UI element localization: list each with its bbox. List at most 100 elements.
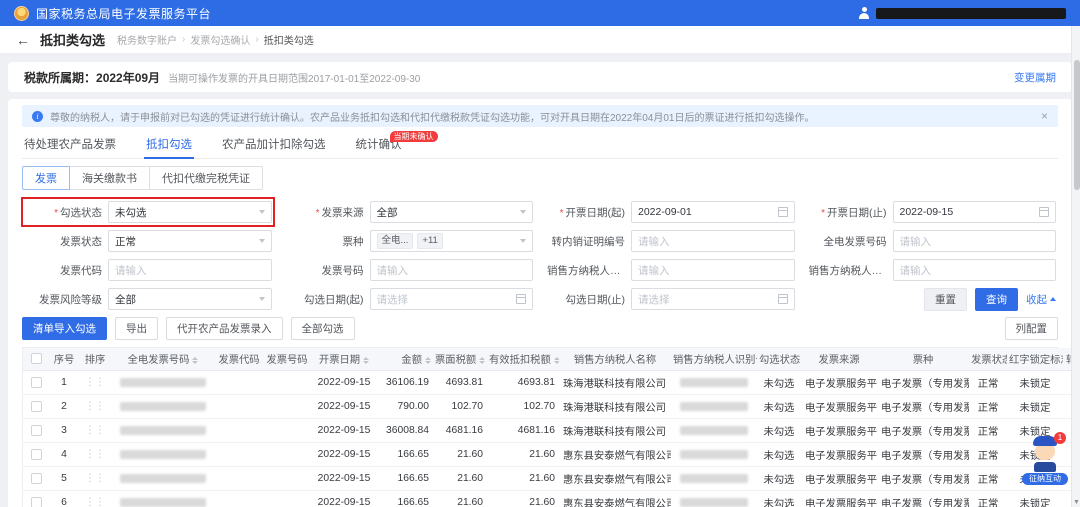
select-all-button[interactable]: 全部勾选 [290, 317, 355, 340]
drag-handle-icon[interactable]: ⋮⋮ [85, 377, 105, 388]
filter-8: 发票代码 请输入 [24, 258, 272, 282]
filter-label: 发票状态 [24, 234, 108, 249]
sort-icon[interactable] [363, 357, 370, 365]
sort-icon[interactable] [553, 357, 559, 365]
cell-value: 4693.81 [517, 376, 555, 388]
filter-input-control[interactable]: 请输入 [108, 259, 272, 281]
cell-value: 未勾选 [763, 402, 795, 414]
vertical-scrollbar[interactable]: ▼ [1071, 26, 1080, 507]
filter-label-text: 销售方纳税人识别号 [547, 264, 631, 277]
cell-einv_no [111, 490, 215, 507]
drag-handle-icon[interactable]: ⋮⋮ [85, 449, 105, 460]
chevron-down-icon [258, 297, 265, 301]
subtab-2[interactable]: 代扣代缴完税凭证 [149, 166, 263, 190]
close-icon[interactable]: × [1033, 109, 1048, 123]
header-checkbox[interactable] [30, 353, 42, 365]
cell-value: 正常 [977, 402, 999, 414]
reset-button[interactable]: 重置 [924, 287, 967, 311]
filter-7: 全电发票号码 请输入 [809, 229, 1056, 253]
sort-icon[interactable] [425, 357, 431, 365]
filter-select-control[interactable]: 全部 [108, 288, 272, 310]
filter-select-control[interactable]: 未勾选 [108, 201, 272, 223]
assistant-widget[interactable]: 1 征纳互动 [1022, 432, 1068, 485]
filter-input-control[interactable]: 请输入 [892, 259, 1056, 281]
filter-13: 勾选日期(起) 请选择 [286, 287, 533, 311]
filter-label-text: 转内销证明编号 [551, 235, 626, 248]
cell-source: 电子发票服务平台 [801, 442, 877, 467]
col-header-amount[interactable]: 金额 [377, 348, 433, 371]
filter-input-control[interactable]: 请输入 [369, 259, 533, 281]
subtab-1[interactable]: 海关缴款书 [69, 166, 150, 190]
cell-seller: 珠海港联科技有限公司 [559, 418, 671, 443]
cell-effective: 21.60 [487, 490, 559, 507]
tab-2[interactable]: 农产品加计扣除勾选 [220, 133, 328, 158]
cell-value: 2022-09-15 [317, 472, 371, 484]
collapse-link[interactable]: 收起 [1026, 292, 1056, 307]
cell-value: 电子发票服务平台 [805, 450, 877, 462]
row-checkbox[interactable] [30, 496, 42, 507]
filter-label: 勾选日期(起) [286, 292, 370, 307]
breadcrumb-item[interactable]: 税务数字账户 [117, 32, 177, 47]
row-checkbox[interactable] [30, 472, 42, 484]
filter-input-control[interactable]: 请输入 [631, 259, 795, 281]
main-card: i 尊敬的纳税人，请于申报前对已勾选的凭证进行统计确认。农产品业务抵扣勾选和代扣… [8, 99, 1080, 507]
breadcrumb-item[interactable]: 发票勾选确认 [190, 32, 250, 47]
tax-emblem-icon [14, 5, 29, 21]
scrollbar-thumb[interactable] [1073, 60, 1080, 190]
agri-invoice-entry-button[interactable]: 代开农产品发票录入 [166, 317, 283, 340]
cell-value: 电子发票服务平台 [805, 498, 877, 507]
tab-label: 农产品加计扣除勾选 [222, 139, 326, 151]
cell-code [215, 466, 263, 491]
drag-handle-icon[interactable]: ⋮⋮ [85, 425, 105, 436]
row-checkbox[interactable] [30, 448, 42, 460]
filter-date-control[interactable]: 请选择 [369, 288, 533, 310]
row-checkbox[interactable] [30, 376, 42, 388]
back-arrow-icon[interactable]: ← [16, 33, 30, 47]
cell-value: 2022-09-15 [317, 496, 371, 507]
row-checkbox[interactable] [30, 424, 42, 436]
sort-icon[interactable] [479, 357, 486, 365]
filter-value: 请输入 [376, 264, 409, 277]
cell-einv_no [111, 370, 215, 395]
col-header-effective[interactable]: 有效抵扣税额 [487, 348, 559, 371]
filter-date-control[interactable]: 2022-09-15 [892, 201, 1056, 223]
filter-value: 请输入 [899, 264, 932, 277]
export-button[interactable]: 导出 [115, 317, 158, 340]
filter-tags-control[interactable]: 全电... +11 [369, 230, 533, 252]
drag-handle-icon[interactable]: ⋮⋮ [85, 401, 105, 412]
drag-handle-icon[interactable]: ⋮⋮ [85, 497, 105, 507]
row-checkbox[interactable] [30, 400, 42, 412]
filter-date-control[interactable]: 2022-09-01 [631, 201, 795, 223]
person-icon[interactable] [858, 7, 870, 19]
filter-label-text: 发票代码 [60, 264, 102, 277]
query-button[interactable]: 查询 [975, 287, 1018, 311]
tab-1[interactable]: 抵扣勾选 [144, 133, 194, 159]
change-period-link[interactable]: 变更属期 [1014, 70, 1056, 85]
tab-0[interactable]: 待处理农产品发票 [22, 133, 118, 158]
tag: +11 [417, 233, 443, 249]
col-header-einv_no[interactable]: 全电发票号码 [111, 348, 215, 371]
sort-icon[interactable] [192, 357, 199, 365]
filter-date-control[interactable]: 请选择 [631, 288, 795, 310]
import-checklist-button[interactable]: 清单导入勾选 [22, 317, 107, 340]
cell-tax: 102.70 [433, 394, 487, 419]
col-header-date[interactable]: 开票日期 [311, 348, 377, 371]
filter-label-text: 开票日期(止) [827, 206, 887, 219]
filter-select-control[interactable]: 全部 [369, 201, 533, 223]
filter-input-control[interactable]: 请输入 [631, 230, 795, 252]
filter-select-control[interactable]: 正常 [108, 230, 272, 252]
filter-input-control[interactable]: 请输入 [892, 230, 1056, 252]
tab-3[interactable]: 统计确认 当期未确认 [354, 131, 438, 158]
cell-no: 5 [49, 466, 79, 491]
scroll-down-arrow-icon[interactable]: ▼ [1073, 499, 1080, 506]
drag-handle-icon[interactable]: ⋮⋮ [85, 473, 105, 484]
table-row: 1 ⋮⋮ 2022-09-15 36106.19 4693.81 4693.81 珠海港联科… [23, 370, 1080, 395]
cell-value: 2022-09-15 [317, 448, 371, 460]
cell-tax: 21.60 [433, 442, 487, 467]
col-label: 红字锁定标志 [1009, 355, 1063, 367]
redacted-value [120, 377, 206, 387]
subtab-0[interactable]: 发票 [22, 166, 70, 190]
col-header-tax[interactable]: 票面税额 [433, 348, 487, 371]
column-config-button[interactable]: 列配置 [1004, 317, 1058, 340]
cell-num [263, 418, 311, 443]
